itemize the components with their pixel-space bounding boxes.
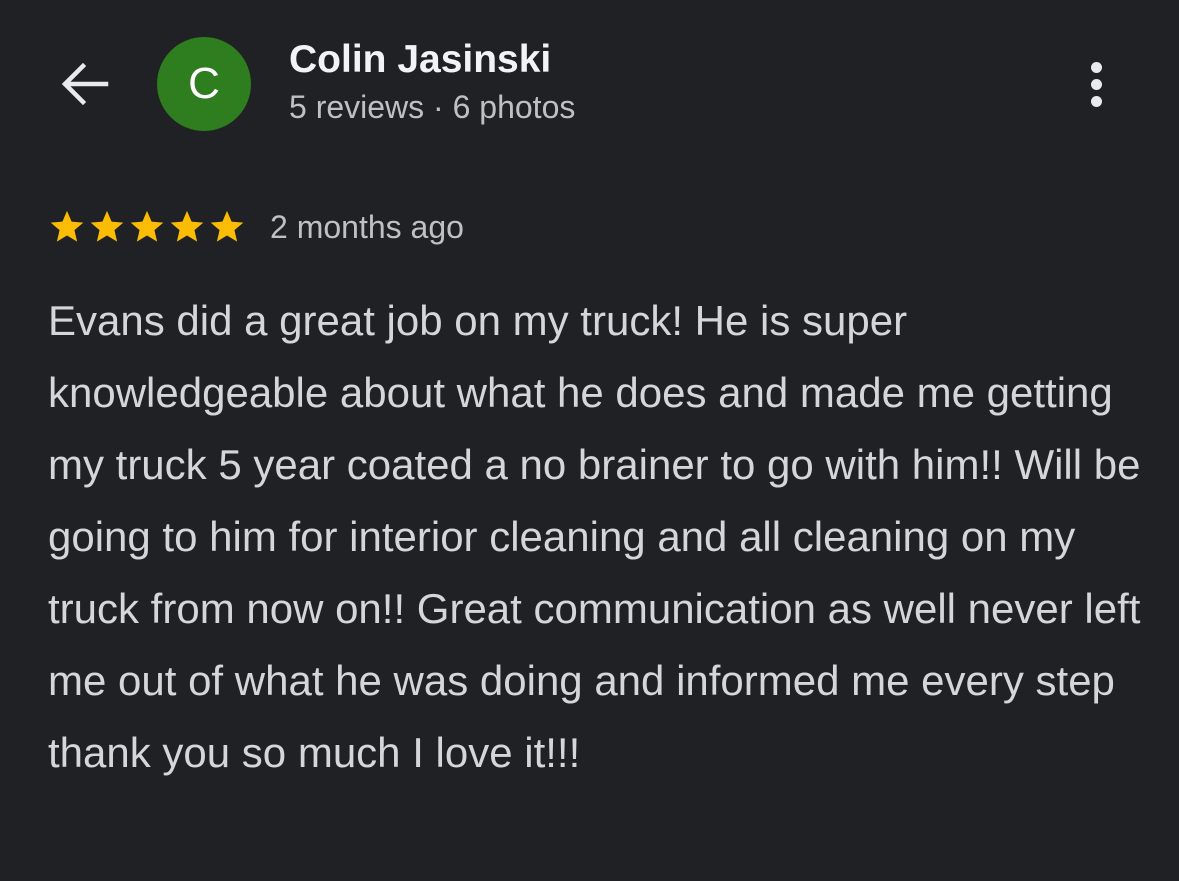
avatar-letter: C bbox=[188, 59, 220, 108]
review-time: 2 months ago bbox=[270, 208, 464, 245]
rating-row: 2 months ago bbox=[48, 200, 464, 254]
review-text: Evans did a great job on my truck! He is… bbox=[48, 297, 1141, 776]
star-icon bbox=[50, 210, 84, 242]
avatar[interactable]: C bbox=[157, 37, 251, 131]
more-vert-icon-dot bbox=[1090, 95, 1102, 107]
more-vert-icon-dot bbox=[1090, 78, 1102, 90]
arrow-back-icon bbox=[61, 62, 109, 106]
reviewer-stats: 5 reviews · 6 photos bbox=[289, 89, 576, 125]
more-vert-icon bbox=[1090, 61, 1102, 73]
reviewer-name[interactable]: Colin Jasinski bbox=[289, 38, 551, 82]
star-rating bbox=[48, 208, 246, 246]
back-button[interactable] bbox=[52, 56, 116, 112]
star-icon bbox=[130, 210, 164, 242]
star-icon bbox=[210, 210, 244, 242]
star-icon bbox=[90, 210, 124, 242]
star-icon bbox=[170, 210, 204, 242]
review-header: C Colin Jasinski 5 reviews · 6 photos bbox=[0, 0, 1179, 170]
more-options-button[interactable] bbox=[1074, 52, 1118, 116]
